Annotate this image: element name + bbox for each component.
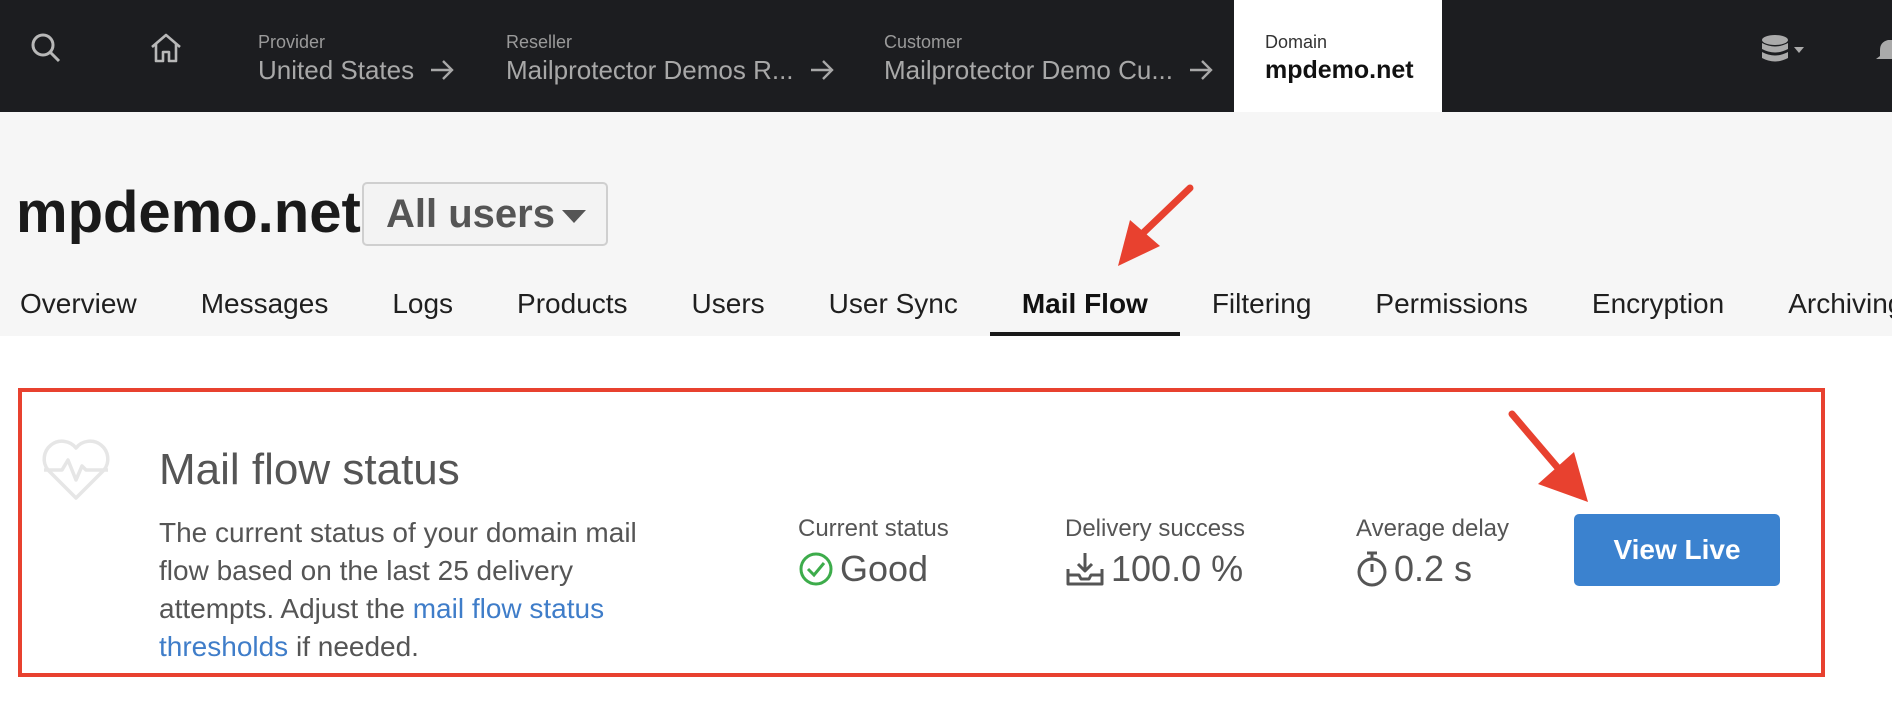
- breadcrumb-label: Domain: [1265, 32, 1328, 52]
- tab-permissions[interactable]: Permissions: [1343, 272, 1559, 336]
- bell-icon[interactable]: [1876, 38, 1892, 62]
- breadcrumb-label: Reseller: [506, 32, 573, 52]
- home-icon[interactable]: [148, 30, 184, 66]
- breadcrumb-customer[interactable]: Customer Mailprotector Demo Cu...: [884, 0, 1215, 112]
- metric-value: Good: [840, 548, 929, 589]
- metric-label: Current status: [798, 515, 949, 542]
- tab-bar: Overview Messages Logs Products Users Us…: [0, 272, 1892, 336]
- tab-logs[interactable]: Logs: [360, 272, 485, 336]
- tab-encryption[interactable]: Encryption: [1560, 272, 1756, 336]
- breadcrumb-value: mpdemo.net: [1265, 56, 1414, 84]
- check-circle-icon: [799, 552, 833, 586]
- arrow-right-icon: [810, 60, 834, 80]
- breadcrumb-provider[interactable]: Provider United States: [258, 0, 456, 112]
- metric-value: 0.2 s: [1394, 548, 1473, 589]
- tab-filtering[interactable]: Filtering: [1180, 272, 1344, 336]
- metric-label: Average delay: [1356, 515, 1509, 542]
- breadcrumb-value: United States: [258, 55, 415, 85]
- top-nav: Provider United States Reseller Mailprot…: [0, 0, 1892, 112]
- metric-label: Delivery success: [1065, 515, 1246, 542]
- tab-users[interactable]: Users: [660, 272, 797, 336]
- breadcrumb-reseller[interactable]: Reseller Mailprotector Demos R...: [506, 0, 836, 112]
- arrow-right-icon: [431, 60, 454, 80]
- caret-down-icon: [562, 210, 586, 223]
- breadcrumb-value: Mailprotector Demos R...: [506, 55, 794, 85]
- breadcrumb-value: Mailprotector Demo Cu...: [884, 55, 1173, 85]
- metric-value: 100.0 %: [1111, 548, 1244, 589]
- page-title: mpdemo.net: [16, 180, 361, 245]
- metric-delivery-success: Delivery success 100.0 %: [1065, 514, 1245, 592]
- breadcrumb-label: Customer: [884, 32, 963, 52]
- metric-average-delay: Average delay 0.2 s: [1356, 514, 1509, 592]
- tab-mail-flow[interactable]: Mail Flow: [989, 272, 1180, 336]
- description-text-end: if needed.: [288, 631, 419, 662]
- heartbeat-icon: [42, 439, 110, 500]
- annotation-arrow-view-live: [1508, 410, 1588, 502]
- tab-products[interactable]: Products: [485, 272, 660, 336]
- arrow-right-icon: [1189, 60, 1213, 80]
- annotation-arrow-mail-flow: [1118, 184, 1194, 266]
- card-description: The current status of your domain mail f…: [159, 514, 659, 666]
- view-live-button[interactable]: View Live: [1574, 514, 1780, 586]
- card-title: Mail flow status: [159, 445, 460, 494]
- user-filter-dropdown[interactable]: All users: [362, 182, 608, 246]
- user-filter-value: All users: [386, 191, 555, 236]
- tab-overview[interactable]: Overview: [0, 272, 169, 336]
- tab-messages[interactable]: Messages: [169, 272, 361, 336]
- tab-archiving[interactable]: Archiving: [1756, 272, 1892, 336]
- metric-current-status: Current status Good: [798, 514, 949, 592]
- stopwatch-icon: [1357, 551, 1387, 587]
- database-icon[interactable]: [1760, 34, 1808, 68]
- tab-user-sync[interactable]: User Sync: [797, 272, 990, 336]
- search-icon[interactable]: [28, 30, 64, 66]
- breadcrumb-label: Provider: [258, 32, 326, 52]
- inbox-download-icon: [1066, 553, 1104, 586]
- breadcrumb-domain[interactable]: Domain mpdemo.net: [1234, 0, 1442, 112]
- page-header: mpdemo.net All users Overview Messages L…: [0, 112, 1892, 336]
